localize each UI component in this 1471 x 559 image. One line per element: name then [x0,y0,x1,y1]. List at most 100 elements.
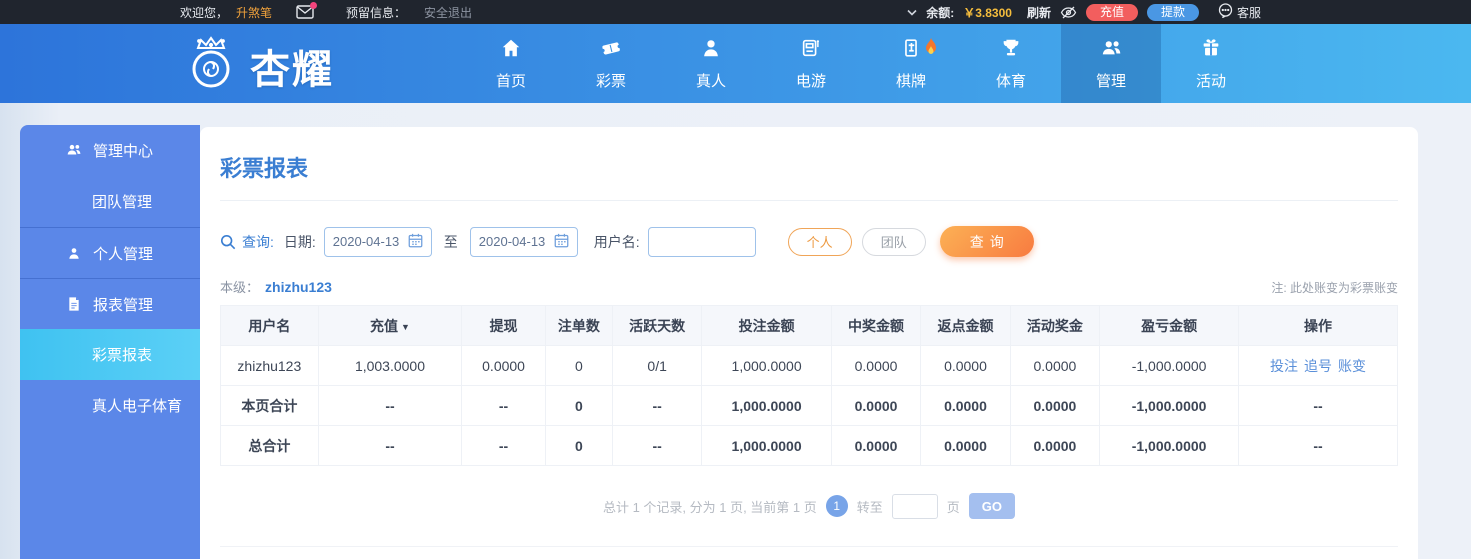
title-divider [220,200,1398,201]
brand-name: 杏耀 [250,47,334,92]
goto-page-input[interactable] [891,493,938,519]
main-navbar: 杏耀 首页 彩票 真人 电游 棋牌 体育 管理 活动 [0,24,1471,103]
sidebar: 管理中心 团队管理 个人管理 报表管理 彩票报表 真人电子体育 [20,125,200,559]
pagination-summary: 总计 1 个记录, 分为 1 页, 当前第 1 页 [602,499,817,515]
ticket-icon [600,37,622,63]
sidebar-item-lottery-report[interactable]: 彩票报表 [20,329,200,380]
col-header-bonus-amount: 活动奖金 [1009,305,1101,346]
sort-desc-icon: ▼ [401,321,410,332]
page-1-button[interactable]: 1 [825,495,848,517]
calendar-icon[interactable] [408,233,423,251]
date-range-to-label: 至 [443,233,458,250]
account-change-note: 注: 此处账变为彩票账变 [1271,281,1398,295]
eye-off-icon[interactable] [1060,6,1077,19]
users-icon [66,143,82,158]
brand-logo[interactable]: 杏耀 [180,32,334,99]
welcome-text: 欢迎您， [180,5,229,20]
person-icon [700,37,722,63]
sidebar-item-personal-manage[interactable]: 个人管理 [20,227,200,278]
notification-dot [310,2,318,9]
nav-item-egames[interactable]: 电游 [761,24,861,103]
date-label: 日期: [283,233,316,250]
pagination: 总计 1 个记录, 分为 1 页, 当前第 1 页 1 转至 页 GO [220,493,1398,519]
page-title: 彩票报表 [220,156,309,181]
username-label: 用户名: [593,233,640,250]
goto-label: 转至 [856,499,883,515]
col-header-profit-loss: 盈亏金额 [1099,305,1240,346]
logout-link[interactable]: 安全退出 [424,4,472,21]
nav-item-boardgames[interactable]: 棋牌 [861,24,961,103]
level-username-link[interactable]: zhizhu123 [265,279,332,295]
go-button[interactable]: GO [968,493,1016,519]
nav-item-sports[interactable]: 体育 [961,24,1061,103]
col-header-win-amount: 中奖金额 [830,305,922,346]
chat-bubble-icon [1218,3,1233,21]
customer-service-label: 客服 [1236,5,1261,20]
action-chase-link[interactable]: 追号 [1304,358,1332,374]
level-row: 本级： zhizhu123 注: 此处账变为彩票账变 [220,277,1398,296]
hot-flame-icon [923,38,939,62]
table-row-user: zhizhu123 1,003.0000 0.0000 0 0/1 1,000.… [220,345,1398,386]
scope-personal-button[interactable]: 个人 [787,227,852,256]
date-from-value: 2020-04-13 [332,234,400,249]
customer-service-button[interactable]: 客服 [1218,3,1261,21]
home-icon [500,37,522,63]
col-header-withdraw: 提现 [461,305,546,346]
nav-item-promos[interactable]: 活动 [1161,24,1261,103]
balance-label: 余额: [926,5,955,20]
reserved-info-label: 预留信息： [346,5,407,20]
brand-emblem-icon [180,32,242,99]
sidebar-item-live-esports[interactable]: 真人电子体育 [20,380,200,431]
username-input[interactable] [647,226,756,257]
withdraw-button[interactable]: 提款 [1146,3,1199,21]
nav-item-home[interactable]: 首页 [461,24,561,103]
page-unit-label: 页 [946,499,960,515]
report-table: 用户名 充值 ▼ 提现 注单数 活跃天数 投注金额 中奖金额 返点金额 活动奖金 … [220,305,1398,466]
date-to-input[interactable]: 2020-04-13 [469,226,578,257]
recharge-button[interactable]: 充值 [1085,3,1138,21]
table-row-grand-total: 总合计 -- -- 0 -- 1,000.0000 0.0000 0.0000 … [220,425,1398,466]
query-label: 查询: [242,233,274,250]
col-header-rebate-amount: 返点金额 [920,305,1011,346]
footer-divider [220,546,1398,547]
table-row-page-total: 本页合计 -- -- 0 -- 1,000.0000 0.0000 0.0000… [220,385,1398,426]
nav-item-live[interactable]: 真人 [661,24,761,103]
col-header-active-days: 活跃天数 [611,305,703,346]
sidebar-item-report-manage[interactable]: 报表管理 [20,278,200,329]
username-text[interactable]: 升煞笔 [236,4,272,21]
balance-value: ￥3.8300 [963,5,1012,20]
nav-item-manage[interactable]: 管理 [1061,24,1161,103]
mail-icon[interactable] [296,2,318,19]
search-button[interactable]: 查询 [939,226,1034,257]
sidebar-item-team-manage[interactable]: 团队管理 [20,176,200,227]
nav-item-lottery[interactable]: 彩票 [561,24,661,103]
level-label: 本级： [220,280,260,295]
search-icon [220,234,236,250]
gift-icon [1200,37,1222,63]
sidebar-item-manage-center[interactable]: 管理中心 [20,125,200,176]
filter-bar: 查询: 日期: 2020-04-13 至 2020-04-13 用户名: 个人 … [220,226,1398,257]
report-icon [66,296,82,312]
calendar-icon[interactable] [554,233,569,251]
col-header-recharge-sortable[interactable]: 充值 ▼ [317,305,463,346]
action-bet-link[interactable]: 投注 [1270,358,1298,374]
col-header-bet-count: 注单数 [544,305,613,346]
trophy-icon [1000,37,1022,63]
date-from-input[interactable]: 2020-04-13 [323,226,432,257]
users-icon [1100,37,1123,63]
slot-machine-icon [800,37,822,63]
action-account-change-link[interactable]: 账变 [1338,358,1366,374]
user-icon [66,246,82,261]
cell-username: zhizhu123 [220,345,319,386]
mahjong-tile-icon [900,37,922,63]
chevron-down-icon[interactable] [907,9,917,16]
topbar: 欢迎您， 升煞笔 预留信息： 安全退出 余额: ￥3.8300 刷新 充值 提款 … [0,0,1471,24]
refresh-balance-link[interactable]: 刷新 [1027,4,1051,21]
scope-team-button[interactable]: 团队 [861,227,926,256]
cell-profit-loss: -1,000.0000 [1099,345,1240,386]
col-header-bet-amount: 投注金额 [701,305,832,346]
col-header-actions: 操作 [1238,305,1398,346]
content-panel: 彩票报表 查询: 日期: 2020-04-13 至 2020-04-13 用户名… [200,127,1418,559]
nav-menu: 首页 彩票 真人 电游 棋牌 体育 管理 活动 [461,24,1261,103]
cell-actions: 投注 追号 账变 [1238,345,1398,386]
